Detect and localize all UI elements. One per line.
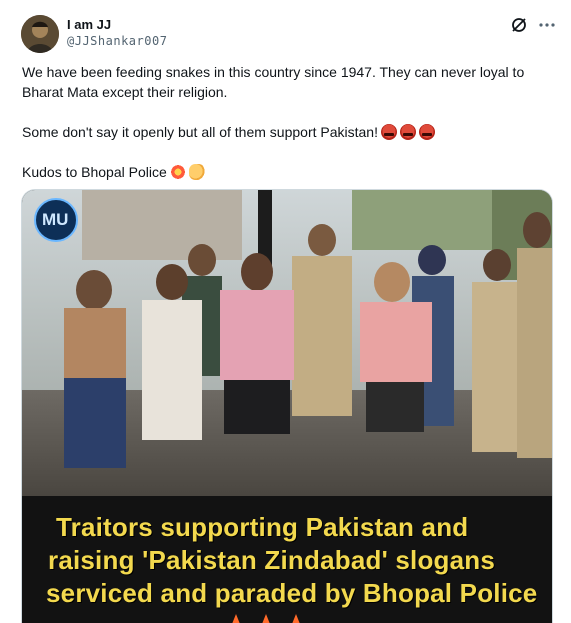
caption-line-2: raising 'Pakistan Zindabad' slogans: [48, 545, 496, 575]
channel-logo: MU: [34, 200, 78, 240]
tweet-text-line-2-text: Some don't say it openly but all of them…: [22, 124, 378, 140]
avatar[interactable]: [21, 15, 59, 53]
angry-face-icon: [399, 124, 416, 140]
media-photo: [22, 190, 552, 496]
grok-icon[interactable]: [510, 16, 528, 34]
fire-icon: [232, 614, 300, 623]
tweet-media[interactable]: MU Traitors supporting Pakistan and rais…: [21, 189, 553, 623]
caption-line-3: serviced and paraded by Bhopal Police: [46, 578, 538, 608]
user-handle[interactable]: @JJShankar007: [67, 34, 167, 48]
tweet-text: We have been feeding snakes in this coun…: [22, 62, 552, 182]
tweet-text-line-1: We have been feeding snakes in this coun…: [22, 64, 525, 100]
tweet-text-line-3-text: Kudos to Bhopal Police: [22, 164, 167, 180]
more-icon[interactable]: [538, 16, 556, 34]
display-name[interactable]: I am JJ: [67, 17, 111, 32]
tweet-card: I am JJ @JJShankar007 We have been feedi…: [0, 0, 571, 623]
angry-face-icon: [380, 124, 397, 140]
channel-logo-text: MU: [42, 210, 69, 229]
angry-face-icon: [418, 124, 435, 140]
clapping-hands-icon: [188, 164, 205, 180]
caption-line-1: Traitors supporting Pakistan and: [56, 512, 469, 542]
tweet-text-line-2: Some don't say it openly but all of them…: [22, 122, 552, 142]
tweet-text-line-3: Kudos to Bhopal Police: [22, 162, 552, 182]
collision-icon: [169, 164, 186, 180]
